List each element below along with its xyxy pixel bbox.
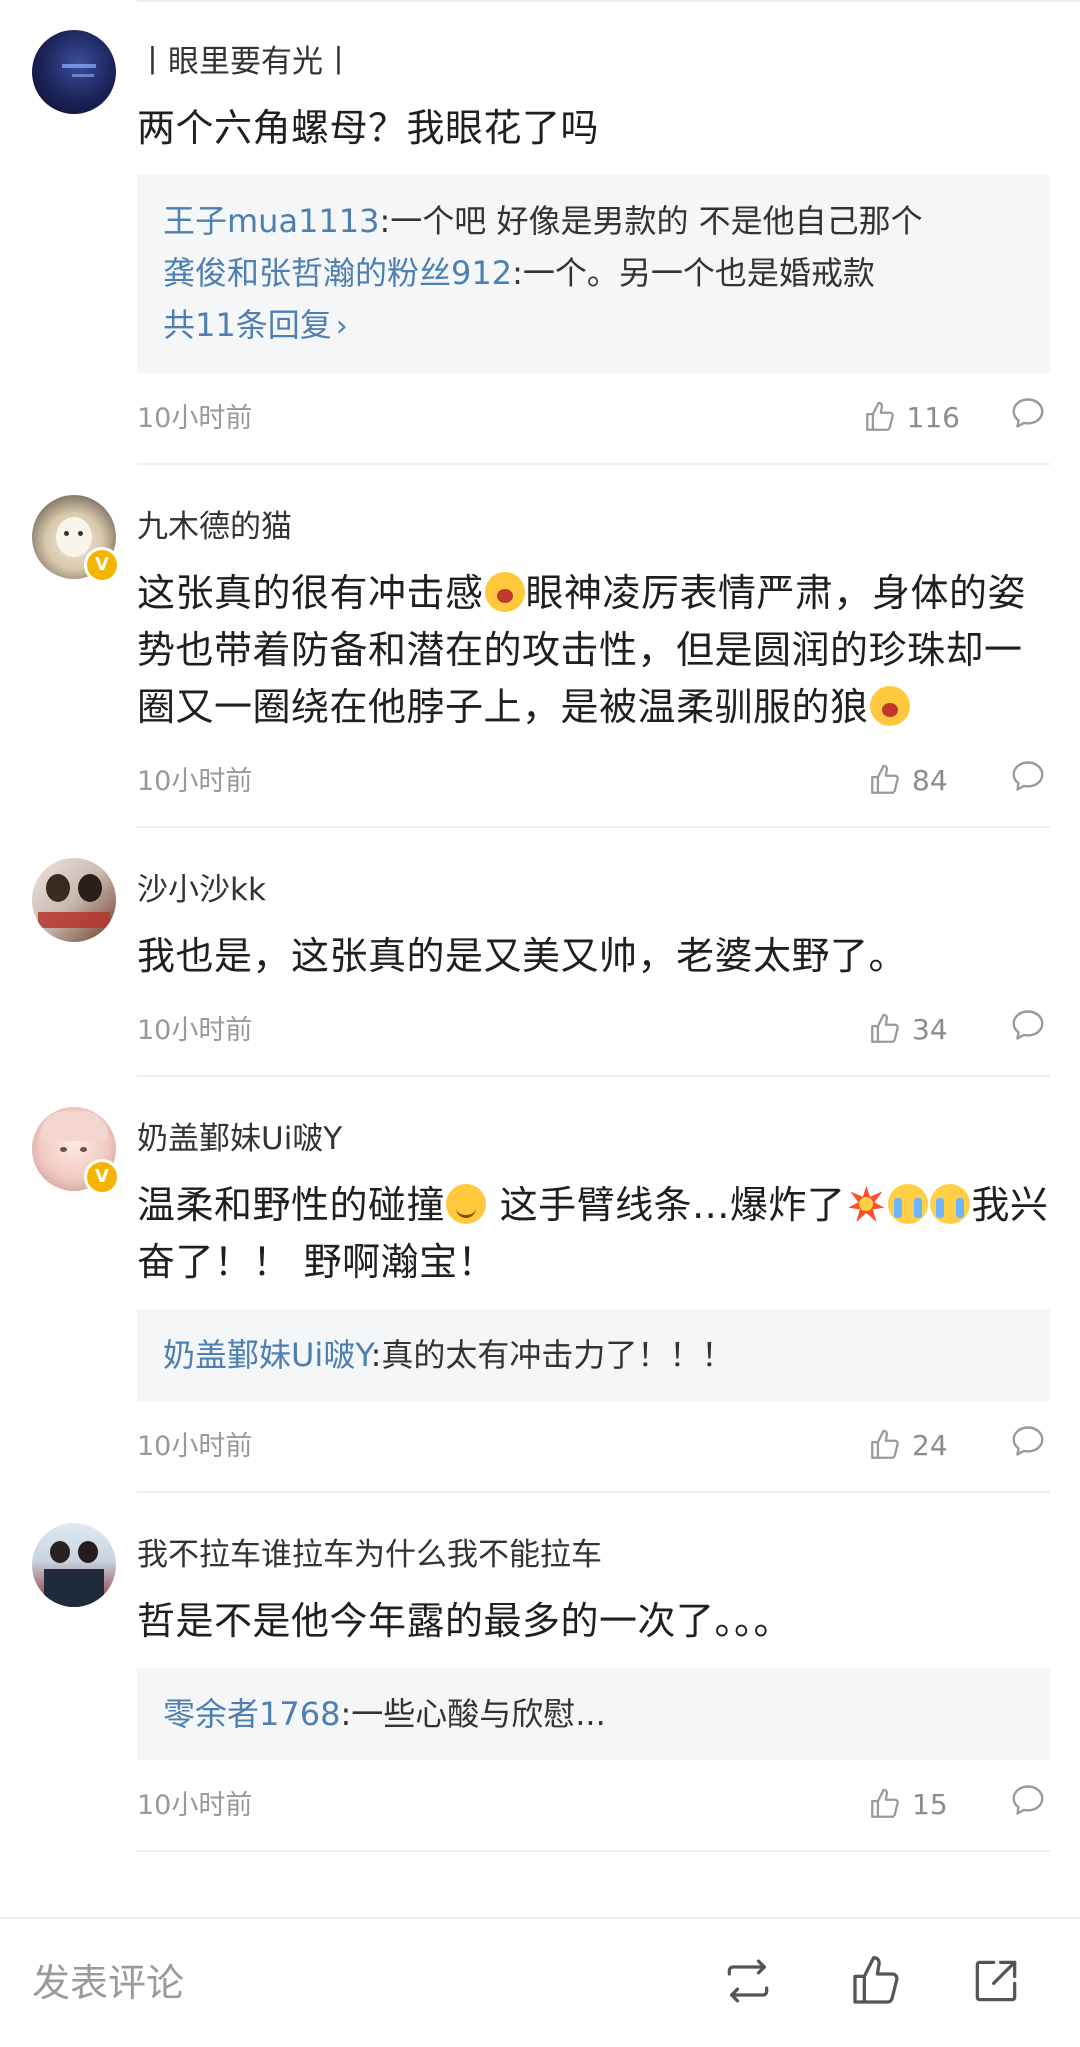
like-count: 15 bbox=[912, 1787, 948, 1821]
comment-bubble-icon[interactable] bbox=[1010, 1782, 1050, 1822]
divider bbox=[137, 1850, 1050, 1852]
like-count: 24 bbox=[912, 1428, 948, 1462]
comment-bubble-icon[interactable] bbox=[1010, 758, 1050, 798]
bottom-action-bar: 发表评论 bbox=[0, 1917, 1080, 2047]
username[interactable]: 丨眼里要有光丨 bbox=[137, 0, 1050, 84]
chevron-right-icon: › bbox=[335, 309, 348, 344]
comment-input[interactable]: 发表评论 bbox=[32, 1957, 184, 2009]
reply-username[interactable]: 奶盖鄞妹Ui啵Y bbox=[163, 1336, 371, 1374]
reply-line[interactable]: 奶盖鄞妹Ui啵Y:真的太有冲击力了！！！ bbox=[163, 1329, 1024, 1381]
timestamp: 10小时前 bbox=[137, 1790, 253, 1821]
reply-line[interactable]: 龚俊和张哲瀚的粉丝912:一个。另一个也是婚戒款 bbox=[163, 247, 1024, 299]
repost-icon[interactable] bbox=[720, 1953, 780, 2013]
username[interactable]: 奶盖鄞妹Ui啵Y bbox=[137, 1077, 1050, 1161]
thumbs-up-icon bbox=[871, 1788, 899, 1818]
username[interactable]: 沙小沙kk bbox=[137, 828, 1050, 912]
reply-text: :一个吧 好像是男款的 不是他自己那个 bbox=[379, 202, 923, 240]
comment-text: 温柔和野性的碰撞 这手臂线条...爆炸了 我兴奋了！！ 野啊瀚宝！ bbox=[137, 1177, 1050, 1291]
comment-text-part: 这张真的很有冲击感 bbox=[137, 571, 484, 615]
more-replies-link[interactable]: 共11条回复 › bbox=[163, 299, 1024, 353]
comment-meta: 10小时前 84 bbox=[137, 736, 1050, 826]
reply-username[interactable]: 王子mua1113 bbox=[163, 202, 380, 240]
comment-bubble-icon[interactable] bbox=[1010, 1423, 1050, 1463]
comment-meta: 10小时前 15 bbox=[137, 1760, 1050, 1850]
yum-emoji-icon bbox=[446, 1184, 487, 1224]
reply-box[interactable]: 零余者1768:一些心酸与欣慰... bbox=[137, 1668, 1050, 1760]
explosion-emoji-icon bbox=[846, 1184, 886, 1224]
like-button[interactable]: 15 bbox=[868, 1780, 960, 1828]
thumbs-up-icon bbox=[865, 401, 894, 431]
comment-text: 两个六角螺母？我眼花了吗 bbox=[137, 106, 600, 150]
comment-text-part: 温柔和野性的碰撞 bbox=[137, 1183, 446, 1227]
avatar[interactable] bbox=[32, 858, 116, 942]
thumbs-up-icon bbox=[871, 764, 899, 794]
like-count: 84 bbox=[912, 763, 948, 797]
avatar[interactable]: V bbox=[32, 1107, 120, 1195]
thumbs-up-icon bbox=[871, 1429, 899, 1459]
like-button[interactable]: 116 bbox=[863, 393, 960, 441]
share-icon[interactable] bbox=[968, 1953, 1028, 2013]
reply-box[interactable]: 王子mua1113:一个吧 好像是男款的 不是他自己那个 龚俊和张哲瀚的粉丝91… bbox=[137, 175, 1050, 373]
username[interactable]: 九木德的猫 bbox=[137, 465, 1050, 549]
thumbs-up-icon bbox=[871, 1013, 899, 1043]
crying-emoji-icon bbox=[888, 1184, 929, 1224]
reply-text: :一些心酸与欣慰... bbox=[340, 1695, 606, 1733]
verified-badge-icon: V bbox=[84, 1159, 120, 1195]
comment-text: 哲是不是他今年露的最多的一次了。。。 bbox=[137, 1599, 793, 1643]
avatar[interactable] bbox=[32, 1523, 116, 1607]
like-icon[interactable] bbox=[848, 1953, 908, 2013]
verified-badge-icon: V bbox=[84, 547, 120, 583]
comment-item: 沙小沙kk 我也是，这张真的是又美又帅，老婆太野了。 10小时前 34 bbox=[0, 828, 1080, 1077]
avatar[interactable] bbox=[32, 30, 116, 114]
like-button[interactable]: 84 bbox=[868, 756, 960, 804]
comment-bubble-icon[interactable] bbox=[1010, 395, 1050, 435]
like-button[interactable]: 24 bbox=[868, 1421, 960, 1469]
reply-username[interactable]: 零余者1768 bbox=[163, 1695, 340, 1733]
comment-item: 我不拉车谁拉车为什么我不能拉车 哲是不是他今年露的最多的一次了。。。 零余者17… bbox=[0, 1493, 1080, 1852]
like-count: 34 bbox=[912, 1012, 948, 1046]
comment-meta: 10小时前 24 bbox=[137, 1401, 1050, 1491]
timestamp: 10小时前 bbox=[137, 1015, 253, 1046]
timestamp: 10小时前 bbox=[137, 766, 253, 797]
comment-text: 这张真的很有冲击感 眼神凌厉表情严肃，身体的姿势也带着防备和潜在的攻击性，但是圆润… bbox=[137, 565, 1050, 736]
reply-box[interactable]: 奶盖鄞妹Ui啵Y:真的太有冲击力了！！！ bbox=[137, 1309, 1050, 1401]
reply-line[interactable]: 王子mua1113:一个吧 好像是男款的 不是他自己那个 bbox=[163, 195, 1024, 247]
username[interactable]: 我不拉车谁拉车为什么我不能拉车 bbox=[137, 1493, 1050, 1577]
like-button[interactable]: 34 bbox=[868, 1005, 960, 1053]
comment-text-part: 这手臂线条...爆炸了 bbox=[487, 1183, 846, 1227]
comment-item: V 九木德的猫 这张真的很有冲击感 眼神凌厉表情严肃，身体的姿势也带着防备和潜在的… bbox=[0, 465, 1080, 828]
avatar[interactable]: V bbox=[32, 495, 120, 583]
comment-text: 我也是，这张真的是又美又帅，老婆太野了。 bbox=[137, 934, 908, 978]
scream-emoji-icon bbox=[869, 686, 910, 726]
reply-text: :一个。另一个也是婚戒款 bbox=[512, 254, 875, 292]
timestamp: 10小时前 bbox=[137, 403, 253, 434]
comment-item: V 奶盖鄞妹Ui啵Y 温柔和野性的碰撞 这手臂线条...爆炸了 我兴奋了！！ 野啊… bbox=[0, 1077, 1080, 1493]
crying-emoji-icon bbox=[930, 1184, 971, 1224]
comment-meta: 10小时前 34 bbox=[137, 985, 1050, 1075]
reply-line[interactable]: 零余者1768:一些心酸与欣慰... bbox=[163, 1688, 1024, 1740]
reply-text: :真的太有冲击力了！！！ bbox=[370, 1336, 734, 1374]
timestamp: 10小时前 bbox=[137, 1431, 253, 1462]
comment-item: 丨眼里要有光丨 两个六角螺母？我眼花了吗 王子mua1113:一个吧 好像是男款… bbox=[0, 0, 1080, 465]
scream-emoji-icon bbox=[484, 572, 525, 612]
comment-feed: 丨眼里要有光丨 两个六角螺母？我眼花了吗 王子mua1113:一个吧 好像是男款… bbox=[0, 0, 1080, 1918]
comment-meta: 10小时前 116 bbox=[137, 373, 1050, 463]
more-replies-label: 共11条回复 bbox=[163, 306, 332, 344]
reply-username[interactable]: 龚俊和张哲瀚的粉丝912 bbox=[163, 254, 512, 292]
like-count: 116 bbox=[906, 400, 960, 434]
comment-bubble-icon[interactable] bbox=[1010, 1007, 1050, 1047]
